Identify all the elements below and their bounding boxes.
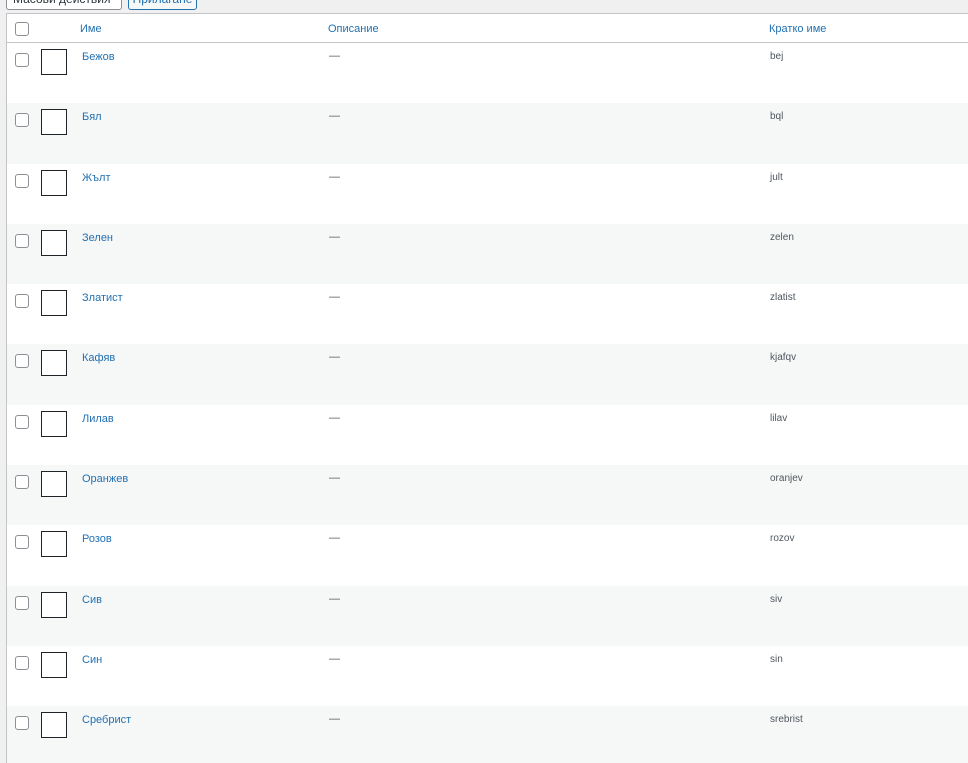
table-row: Златист — zlatist xyxy=(7,284,968,344)
thumbnail-image xyxy=(41,651,67,678)
term-name-link[interactable]: Сив xyxy=(82,594,102,607)
term-name-link[interactable]: Бежов xyxy=(82,51,115,64)
term-slug: sin xyxy=(770,653,783,665)
table-row: Зелен — zelen xyxy=(7,223,968,285)
table-row: Жълт — jult xyxy=(7,164,968,224)
term-name-link[interactable]: Зелен xyxy=(82,232,113,245)
apply-button[interactable]: Прилагане xyxy=(128,0,197,10)
row-checkbox[interactable] xyxy=(15,475,29,490)
term-name-link[interactable]: Златист xyxy=(82,292,123,305)
table-row: Син — sin xyxy=(7,646,968,706)
terms-table: Име Описание Кратко име Бежов — bej Бял — bql… xyxy=(6,13,968,763)
term-description: — xyxy=(329,170,340,183)
row-checkbox[interactable] xyxy=(15,233,29,248)
row-checkbox[interactable] xyxy=(15,354,29,369)
column-header-name[interactable]: Име xyxy=(80,23,102,35)
row-checkbox[interactable] xyxy=(15,716,29,731)
thumbnail-image xyxy=(41,350,67,377)
thumbnail-image xyxy=(41,49,67,75)
table-row: Сребрист — srebrist xyxy=(7,706,968,763)
term-description: — xyxy=(329,50,340,62)
term-slug: bej xyxy=(770,51,784,62)
term-name-link[interactable]: Оранжев xyxy=(82,473,128,486)
row-checkbox[interactable] xyxy=(15,113,29,128)
term-slug: siv xyxy=(770,593,783,605)
term-description: — xyxy=(329,532,340,545)
thumbnail-image xyxy=(41,712,67,739)
term-description: — xyxy=(329,652,340,665)
thumbnail-image xyxy=(41,531,67,558)
table-row: Розов — rozov xyxy=(7,525,968,585)
term-description: — xyxy=(329,291,340,304)
table-row: Оранжев — oranjev xyxy=(7,465,968,526)
table-header: Име Описание Кратко име xyxy=(7,14,968,43)
thumbnail-image xyxy=(41,109,67,136)
row-checkbox[interactable] xyxy=(15,294,29,309)
term-description: — xyxy=(329,110,340,123)
thumbnail-image xyxy=(41,410,67,437)
term-slug: zelen xyxy=(770,231,794,243)
column-header-slug[interactable]: Кратко име xyxy=(769,23,826,35)
term-name-link[interactable]: Бял xyxy=(82,111,102,124)
term-description: — xyxy=(329,472,340,485)
thumbnail-image xyxy=(41,229,67,256)
row-checkbox[interactable] xyxy=(15,655,29,670)
term-description: — xyxy=(329,713,340,726)
term-description: — xyxy=(329,230,340,243)
table-body: Бежов — bej Бял — bql Жълт — jult Зелен — zelen Злат… xyxy=(7,43,968,763)
bulk-actions-bar: Масови действия Прилагане xyxy=(0,0,968,13)
bulk-actions-select[interactable]: Масови действия xyxy=(6,0,122,10)
table-row: Бял — bql xyxy=(7,103,968,164)
thumbnail-image xyxy=(41,290,67,317)
table-row: Сив — siv xyxy=(7,585,968,646)
term-name-link[interactable]: Син xyxy=(82,654,102,667)
term-slug: rozov xyxy=(770,533,795,545)
row-checkbox[interactable] xyxy=(15,595,29,610)
term-description: — xyxy=(329,592,340,605)
term-slug: bql xyxy=(770,111,784,123)
select-all-checkbox[interactable] xyxy=(15,22,29,36)
table-row: Бежов — bej xyxy=(7,43,968,103)
thumbnail-image xyxy=(41,169,67,196)
term-slug: lilav xyxy=(770,412,788,424)
term-name-link[interactable]: Жълт xyxy=(82,172,111,185)
row-checkbox[interactable] xyxy=(15,414,29,429)
term-name-link[interactable]: Сребрист xyxy=(82,714,131,727)
term-description: — xyxy=(329,351,340,364)
term-slug: srebrist xyxy=(770,714,803,726)
row-checkbox[interactable] xyxy=(15,173,29,188)
term-slug: zlatist xyxy=(770,292,796,304)
term-slug: oranjev xyxy=(770,473,803,485)
row-checkbox[interactable] xyxy=(15,53,29,67)
thumbnail-image xyxy=(41,471,67,498)
term-slug: kjafqv xyxy=(770,352,797,364)
term-name-link[interactable]: Лилав xyxy=(82,413,114,426)
term-slug: jult xyxy=(770,171,783,183)
table-row: Лилав — lilav xyxy=(7,405,968,465)
table-row: Кафяв — kjafqv xyxy=(7,344,968,405)
thumbnail-image xyxy=(41,591,67,618)
term-description: — xyxy=(329,411,340,424)
term-name-link[interactable]: Розов xyxy=(82,533,112,546)
column-header-description[interactable]: Описание xyxy=(328,23,379,35)
term-name-link[interactable]: Кафяв xyxy=(82,352,115,365)
row-checkbox[interactable] xyxy=(15,535,29,550)
